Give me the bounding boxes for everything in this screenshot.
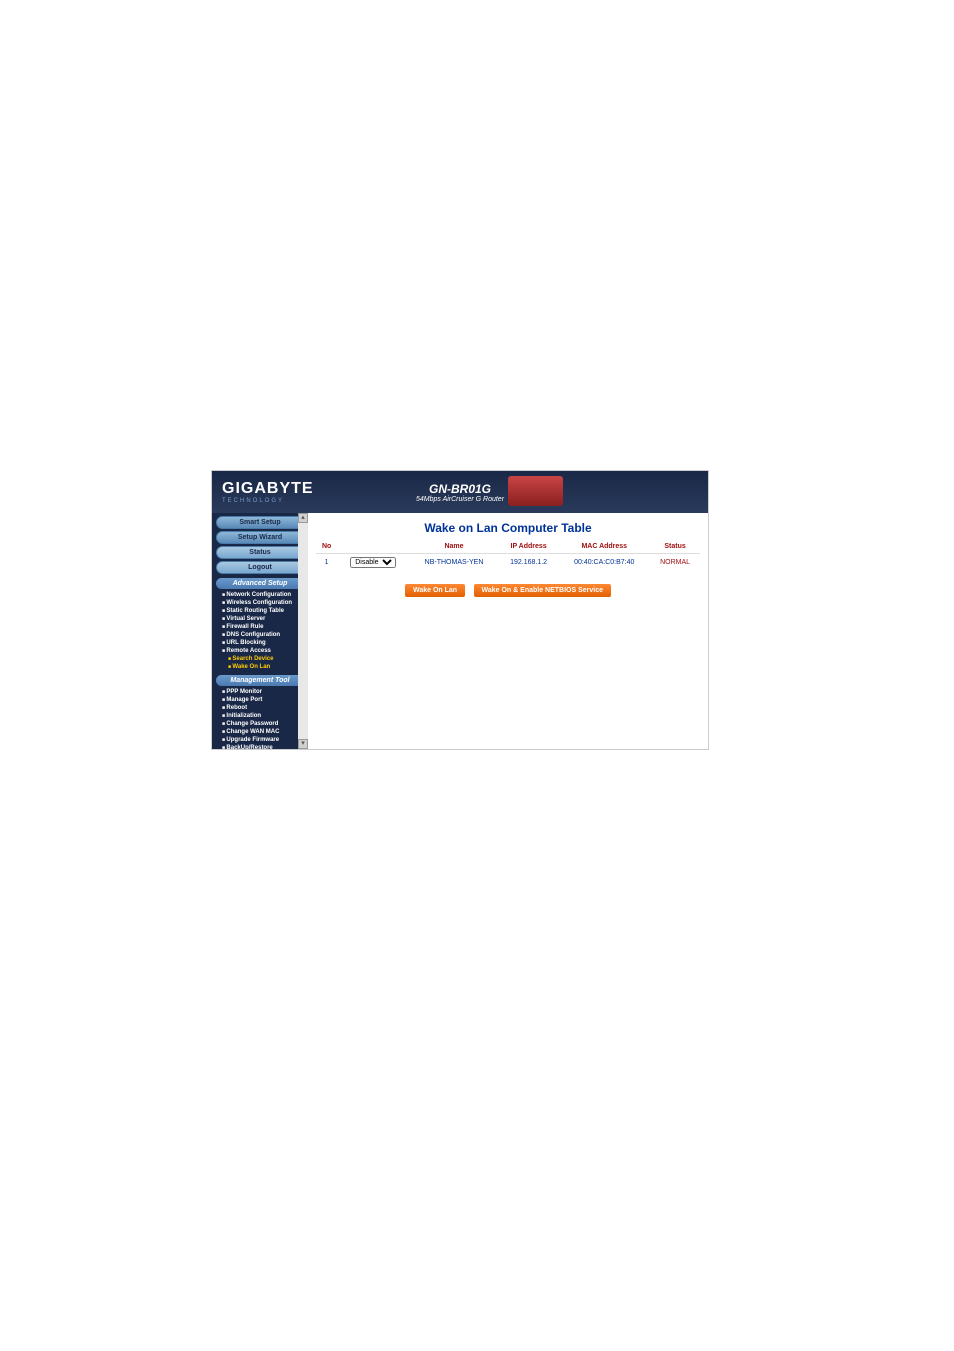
wake-on-lan-button[interactable]: Wake On Lan	[405, 584, 465, 597]
sidebar-item-remote-access[interactable]: Remote Access	[216, 647, 304, 655]
product-name: GN-BR01G	[416, 482, 504, 496]
sidebar-item-change-password[interactable]: Change Password	[216, 720, 304, 728]
sidebar-item-upgrade-firmware[interactable]: Upgrade Firmware	[216, 736, 304, 744]
sidebar-item-dns-config[interactable]: DNS Configuration	[216, 631, 304, 639]
sidebar-item-firewall-rule[interactable]: Firewall Rule	[216, 623, 304, 631]
cell-no: 1	[316, 554, 337, 572]
sidebar-item-url-blocking[interactable]: URL Blocking	[216, 639, 304, 647]
sidebar-item-wake-on-lan[interactable]: Wake On Lan	[216, 663, 304, 671]
sidebar-item-initialization[interactable]: Initialization	[216, 712, 304, 720]
sidebar-item-change-wan-mac[interactable]: Change WAN MAC	[216, 728, 304, 736]
cell-name: NB-THOMAS-YEN	[409, 554, 499, 572]
col-mac: MAC Address	[558, 540, 650, 554]
col-ip: IP Address	[499, 540, 559, 554]
sidebar-item-ppp-monitor[interactable]: PPP Monitor	[216, 688, 304, 696]
cell-status: NORMAL	[650, 554, 700, 572]
cell-ip: 192.168.1.2	[499, 554, 559, 572]
router-image	[508, 476, 563, 506]
sidebar-item-search-device[interactable]: Search Device	[216, 655, 304, 663]
sidebar-scrollbar[interactable]: ▴ ▾	[298, 513, 308, 749]
sidebar-item-network-config[interactable]: Network Configuration	[216, 591, 304, 599]
wol-table: No Name IP Address MAC Address Status 1 …	[316, 540, 700, 571]
cell-mac: 00:40:CA:C0:B7:40	[558, 554, 650, 572]
logo-block: GIGABYTE TECHNOLOGY	[222, 480, 314, 504]
status-button[interactable]: Status	[216, 546, 304, 559]
col-no: No	[316, 540, 337, 554]
button-row: Wake On Lan Wake On & Enable NETBIOS Ser…	[316, 579, 700, 597]
sidebar: Smart Setup Setup Wizard Status Logout A…	[212, 513, 308, 749]
sidebar-item-static-routing[interactable]: Static Routing Table	[216, 607, 304, 615]
sidebar-item-manage-port[interactable]: Manage Port	[216, 696, 304, 704]
row-select[interactable]: Disable	[350, 557, 396, 568]
logo: GIGABYTE	[222, 480, 314, 497]
col-name: Name	[409, 540, 499, 554]
col-select	[337, 540, 409, 554]
page-title: Wake on Lan Computer Table	[316, 521, 700, 535]
logo-subtitle: TECHNOLOGY	[222, 498, 314, 504]
header: GIGABYTE TECHNOLOGY GN-BR01G 54Mbps AirC…	[212, 471, 708, 513]
logout-button[interactable]: Logout	[216, 561, 304, 574]
col-status: Status	[650, 540, 700, 554]
product-badge: GN-BR01G 54Mbps AirCruiser G Router	[416, 482, 504, 503]
content-area: Wake on Lan Computer Table No Name IP Ad…	[308, 513, 708, 749]
sidebar-item-reboot[interactable]: Reboot	[216, 704, 304, 712]
wake-on-netbios-button[interactable]: Wake On & Enable NETBIOS Service	[474, 584, 612, 597]
product-subtitle: 54Mbps AirCruiser G Router	[416, 496, 504, 503]
sidebar-item-virtual-server[interactable]: Virtual Server	[216, 615, 304, 623]
smart-setup-button[interactable]: Smart Setup	[216, 516, 304, 529]
setup-wizard-button[interactable]: Setup Wizard	[216, 531, 304, 544]
advanced-setup-header: Advanced Setup	[216, 578, 304, 589]
sidebar-item-backup-restore[interactable]: BackUp/Restore	[216, 744, 304, 749]
scroll-down-icon[interactable]: ▾	[298, 739, 308, 749]
table-row: 1 Disable NB-THOMAS-YEN 192.168.1.2 00:4…	[316, 554, 700, 572]
scroll-up-icon[interactable]: ▴	[298, 513, 308, 523]
sidebar-item-wireless-config[interactable]: Wireless Configuration	[216, 599, 304, 607]
management-tool-header: Management Tool	[216, 675, 304, 686]
